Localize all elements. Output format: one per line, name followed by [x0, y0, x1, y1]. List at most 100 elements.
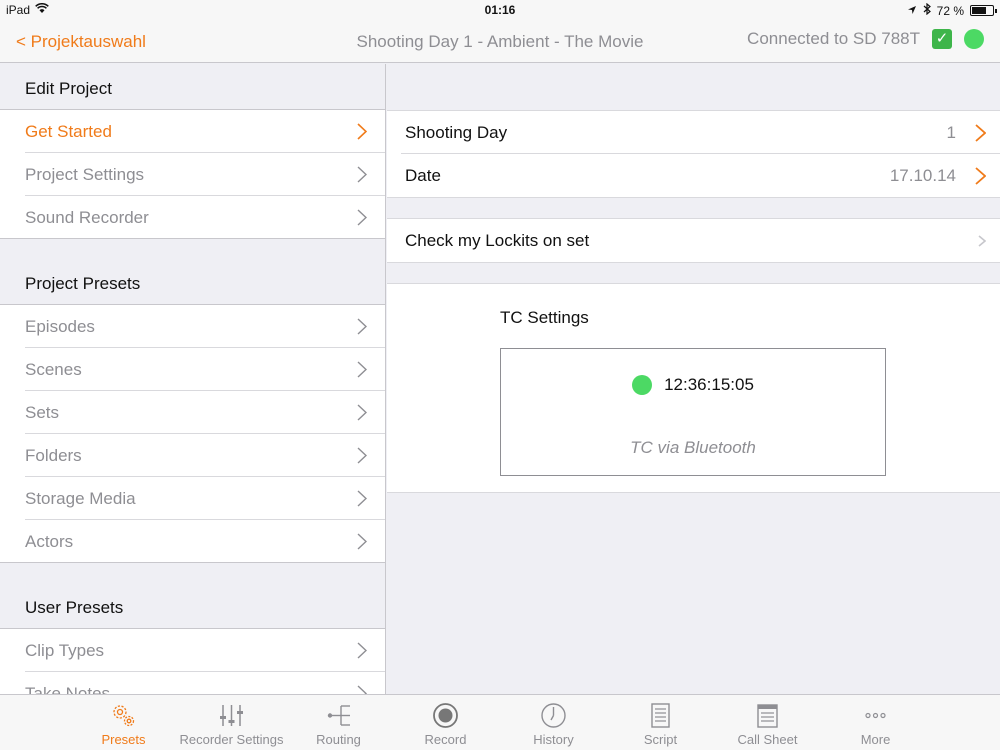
sidebar-item-label: Scenes — [25, 360, 82, 379]
call-sheet-icon — [757, 704, 778, 728]
tab-call-sheet[interactable]: Call Sheet — [714, 695, 821, 750]
tab-bar: Presets Recorder Settings Routing Record — [0, 694, 1000, 750]
battery-percent: 72 % — [936, 3, 964, 18]
navigation-bar: < Projektauswahl Shooting Day 1 - Ambien… — [0, 20, 1000, 63]
chevron-right-icon — [975, 167, 986, 185]
shooting-day-label: Shooting Day — [405, 123, 508, 142]
shooting-day-group: Shooting Day 1 Date 17.10.14 — [387, 110, 1000, 198]
connection-indicator-icon — [964, 29, 984, 49]
back-button[interactable]: < Projektauswahl — [16, 32, 146, 52]
location-icon — [907, 4, 917, 18]
sidebar-item-label: Take Notes — [25, 684, 111, 694]
script-icon — [651, 703, 670, 728]
section-header-edit-project: Edit Project — [0, 64, 385, 110]
tab-recorder-settings[interactable]: Recorder Settings — [178, 695, 285, 750]
sidebar-item-label: Folders — [25, 446, 82, 465]
battery-icon — [970, 5, 997, 16]
section-header-project-presets: Project Presets — [0, 259, 385, 305]
chevron-right-icon — [357, 447, 367, 464]
shooting-day-value: 1 — [946, 123, 956, 142]
date-value: 17.10.14 — [889, 166, 956, 185]
timecode-source: TC via Bluetooth — [630, 438, 756, 457]
sidebar-item-label: Sound Recorder — [25, 208, 149, 227]
sidebar-item-take-notes[interactable]: Take Notes — [0, 672, 385, 694]
tab-more[interactable]: More — [822, 695, 929, 750]
tab-label: Recorder Settings — [179, 732, 284, 747]
tab-label: Call Sheet — [737, 732, 798, 747]
sidebar-item-label: Sets — [25, 403, 60, 422]
chevron-right-icon — [357, 209, 367, 226]
sliders-icon — [220, 705, 243, 726]
shooting-day-row[interactable]: Shooting Day 1 — [387, 111, 1000, 154]
tab-script[interactable]: Script — [607, 695, 714, 750]
battery-fill — [972, 7, 987, 14]
sidebar-item-storage-media[interactable]: Storage Media — [0, 477, 385, 520]
timecode-value: 12:36:15:05 — [664, 375, 754, 394]
chevron-right-icon — [978, 235, 986, 247]
timecode-display[interactable]: 12:36:15:05 TC via Bluetooth — [500, 348, 886, 476]
check-lockits-label: Check my Lockits on set — [405, 231, 590, 250]
timecode-status: 12:36:15:05 — [501, 375, 885, 395]
checkmark-icon: ✓ — [932, 29, 952, 49]
routing-icon — [327, 705, 350, 726]
tab-label: History — [533, 732, 574, 747]
more-icon — [865, 712, 886, 719]
chevron-right-icon — [357, 642, 367, 659]
chevron-right-icon — [975, 124, 986, 142]
tab-label: Routing — [316, 732, 361, 747]
sidebar-item-label: Get Started — [25, 122, 112, 141]
sidebar-item-label: Episodes — [25, 317, 95, 336]
sidebar-item-get-started[interactable]: Get Started — [0, 110, 385, 153]
sidebar-item-episodes[interactable]: Episodes — [0, 305, 385, 348]
sidebar-item-sets[interactable]: Sets — [0, 391, 385, 434]
section-header-user-presets: User Presets — [0, 583, 385, 629]
tab-record[interactable]: Record — [392, 695, 499, 750]
sidebar-item-scenes[interactable]: Scenes — [0, 348, 385, 391]
chevron-right-icon — [357, 533, 367, 550]
tab-label: Record — [424, 732, 467, 747]
sidebar-item-sound-recorder[interactable]: Sound Recorder — [0, 196, 385, 239]
sidebar-item-label: Storage Media — [25, 489, 136, 508]
lockits-group: Check my Lockits on set — [387, 218, 1000, 263]
status-time: 01:16 — [484, 3, 516, 17]
detail-pane: Shooting Day 1 Date 17.10.14 Check my Lo… — [387, 64, 1000, 694]
chevron-right-icon — [357, 490, 367, 507]
sidebar-item-folders[interactable]: Folders — [0, 434, 385, 477]
sidebar-item-clip-types[interactable]: Clip Types — [0, 629, 385, 672]
connection-status: Connected to SD 788T ✓ — [747, 29, 984, 49]
chevron-right-icon — [357, 318, 367, 335]
record-icon — [433, 703, 458, 728]
sidebar-item-label: Actors — [25, 532, 74, 551]
status-bar: iPad 01:16 72 % — [0, 0, 1000, 20]
date-row[interactable]: Date 17.10.14 — [387, 154, 1000, 197]
sidebar-item-project-settings[interactable]: Project Settings — [0, 153, 385, 196]
chevron-right-icon — [357, 166, 367, 183]
chevron-right-icon — [357, 685, 367, 694]
tab-presets[interactable]: Presets — [70, 695, 177, 750]
tc-settings-panel: TC Settings 12:36:15:05 TC via Bluetooth — [387, 283, 1000, 493]
chevron-right-icon — [357, 361, 367, 378]
status-bar-right: 72 % — [907, 2, 997, 18]
gears-icon — [113, 705, 135, 727]
check-lockits-row[interactable]: Check my Lockits on set — [387, 219, 1000, 262]
sidebar: Edit Project Get Started Project Setting… — [0, 64, 386, 694]
tab-history[interactable]: History — [500, 695, 607, 750]
tab-label: Presets — [101, 732, 146, 747]
date-label: Date — [405, 166, 441, 185]
sidebar-item-actors[interactable]: Actors — [0, 520, 385, 563]
bluetooth-icon — [923, 2, 931, 18]
chevron-right-icon — [357, 123, 367, 140]
tab-routing[interactable]: Routing — [285, 695, 392, 750]
tc-settings-title: TC Settings — [500, 308, 589, 327]
sidebar-item-label: Clip Types — [25, 641, 105, 660]
tab-label: Script — [643, 732, 678, 747]
clock-icon — [541, 703, 566, 728]
sidebar-item-label: Project Settings — [25, 165, 145, 184]
tab-label: More — [860, 732, 891, 747]
connection-label: Connected to SD 788T — [747, 29, 920, 48]
